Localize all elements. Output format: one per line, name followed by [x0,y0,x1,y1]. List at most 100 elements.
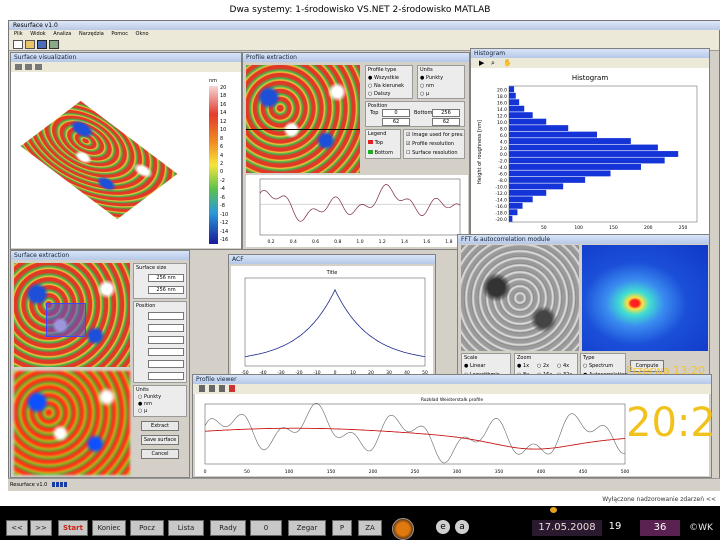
radio-option[interactable]: ● Linear [464,363,486,369]
radio-option[interactable]: ○ µ [138,408,147,414]
menu-item-view[interactable]: Widok [30,31,45,37]
status-bar: Resurface v1.0 [8,478,720,491]
clock-button[interactable]: Zegar [288,520,326,536]
surface-3d-view[interactable] [11,72,207,248]
menu-item-analysis[interactable]: Analiza [53,31,71,37]
za-button[interactable]: ZA [358,520,382,536]
menu-item-tools[interactable]: Narzędzia [79,31,104,37]
colorbar-labels: 20 18 16 14 12 10 8 6 4 2 0 -2 -4 -6 -8 -10 -12 -14 -16 [220,86,240,244]
checkbox-option[interactable]: ☑ Profile resolution [406,141,454,147]
begin-button[interactable]: Pocz [130,520,164,536]
save-disk-icon[interactable] [37,40,47,49]
histogram-bar [509,99,520,106]
y-tick-label: 0.0 [500,152,507,158]
open-icon[interactable] [199,385,205,392]
histogram-chart: Histogram Height of roughness [nm] 20.018.… [471,68,709,236]
circle-a-icon[interactable]: a [455,520,469,534]
position-field[interactable] [148,360,184,368]
histogram-bar [509,183,564,190]
profile-source-image[interactable] [246,65,360,173]
cancel-button[interactable]: Cancel [141,449,179,459]
radio-option[interactable]: ○ 4x [557,363,569,369]
tips-button[interactable]: Rady [210,520,246,536]
print-icon[interactable] [49,40,59,49]
y-tick-label: -20.0 [495,217,507,223]
bottom-second-field[interactable]: 62 [432,118,460,126]
zoom-icon[interactable] [25,64,32,70]
radio-option[interactable]: ○ Na kierunek [368,83,404,89]
checkbox-option[interactable]: ☐ Surface resolution [406,150,458,156]
colorbar-tick-label: -12 [220,220,229,227]
save-surface-button[interactable]: Save surface [141,435,179,445]
colorbar-tick-label: 0 [220,169,224,176]
radio-option[interactable]: ● Punkty [420,75,443,81]
menu-item-file[interactable]: Plik [14,31,23,37]
save-icon[interactable] [209,385,215,392]
y-tick-label: 18.0 [497,94,507,100]
count-display: 36 [640,520,680,536]
profile-line[interactable] [246,129,360,130]
open-folder-icon[interactable] [25,40,35,49]
fft-source-image [461,245,579,351]
top-second-field[interactable]: 62 [382,118,410,126]
new-file-icon[interactable] [13,40,23,49]
pan-icon[interactable]: ✋ [503,59,512,67]
extract-button[interactable]: Extract [141,421,179,431]
autocorrelation-window: ACF Title-50-40-30-20-1001020304050 [228,254,436,382]
radio-option[interactable]: ○ 2x [537,363,549,369]
position-field[interactable] [148,312,184,320]
start-button[interactable]: Start [58,520,88,536]
profile-chart: 0.2 0.4 0.6 0.8 1.0 1.2 1.4 1.6 1.8 [246,175,468,247]
circle-e-icon[interactable]: e [436,520,450,534]
radio-option[interactable]: ● 1x [517,363,529,369]
radio-option[interactable]: ○ µ [420,91,429,97]
zero-button[interactable]: 0 [250,520,282,536]
p-button[interactable]: P [332,520,352,536]
radio-option[interactable]: ○ Dalszy [368,91,390,97]
cursor-icon[interactable]: ▶ [479,59,484,67]
menu-item-window[interactable]: Okno [136,31,149,37]
menu-item-help[interactable]: Pomoc [111,31,128,37]
pan-icon[interactable] [35,64,42,70]
top-label: Top [370,110,379,116]
chart-title: Rozkład Weisterstalk profile [421,397,483,403]
size-x-field[interactable]: 256 nm [148,274,184,282]
colorbar-tick-label: -6 [220,194,225,201]
top-field[interactable]: 0 [382,109,410,117]
chart-title: Histogram [572,74,608,82]
radio-option[interactable]: ○ Punkty [138,394,161,400]
zoom-icon[interactable]: ⌕ [491,59,495,68]
extraction-source-image[interactable] [14,263,130,367]
radio-option[interactable]: ● nm [138,401,152,407]
position-field[interactable] [148,372,184,380]
group-title: Legend [368,131,387,137]
radio-option[interactable]: ● Wszystkie [368,75,399,81]
colorbar-tick-label: -4 [220,186,225,193]
histogram-bar [509,151,679,157]
print-icon[interactable] [219,385,225,392]
bottom-field[interactable]: 256 [432,109,460,117]
next-button[interactable]: >> [30,520,52,536]
histogram-bar [509,118,547,125]
end-button[interactable]: Koniec [92,520,126,536]
radio-option[interactable]: ○ Spectrum [583,363,613,369]
delete-icon[interactable] [229,385,235,392]
histogram-bar [509,138,631,144]
prev-button[interactable]: << [6,520,28,536]
profile-type-group: Profile type ● Wszystkie ○ Na kierunek ○… [365,65,413,99]
y-tick-label: 2.0 [500,146,507,152]
list-button[interactable]: Lista [168,520,204,536]
position-field[interactable] [148,336,184,344]
window-title: Histogram [471,49,709,58]
radio-option[interactable]: ○ nm [420,83,434,89]
page-title: Dwa systemy: 1-środowisko VS.NET 2-środo… [229,5,491,15]
checkbox-option[interactable]: ☑ Image used for prev. [406,132,464,138]
selection-rectangle[interactable] [46,303,86,337]
x-tick-label: 150 [327,469,336,475]
x-tick-label: 1.6 [423,239,430,245]
rotate-icon[interactable] [15,64,22,70]
position-field[interactable] [148,348,184,356]
position-field[interactable] [148,324,184,332]
record-icon[interactable] [392,518,414,540]
size-y-field[interactable]: 256 nm [148,286,184,294]
